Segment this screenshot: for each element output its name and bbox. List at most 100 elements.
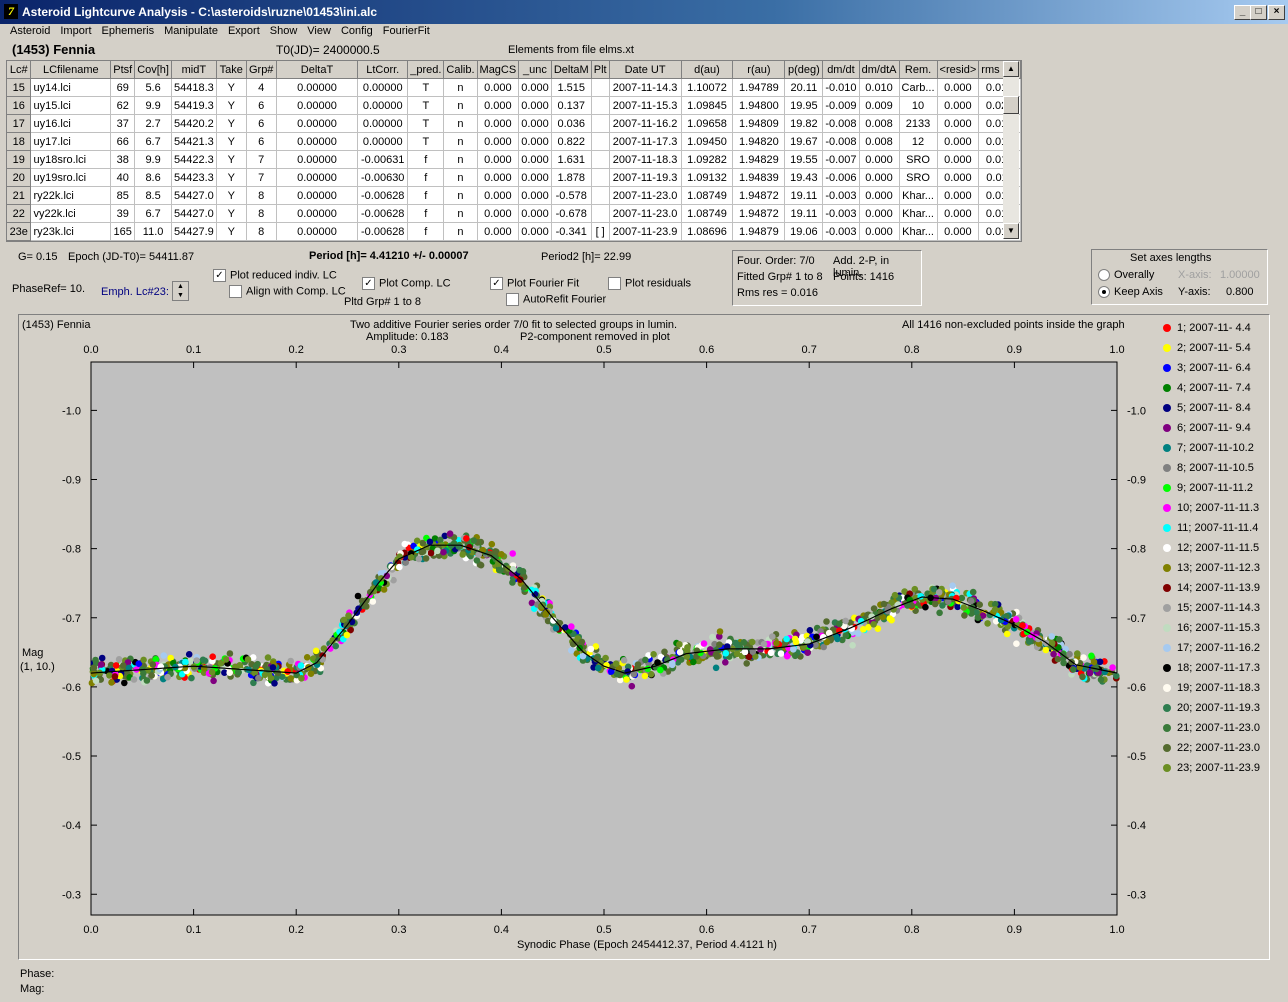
data-point (90, 670, 97, 678)
data-point (255, 674, 262, 682)
data-point (396, 563, 403, 571)
data-point (954, 603, 961, 611)
data-point (967, 597, 975, 605)
data-point (661, 648, 668, 656)
x-tick-label-bottom: 0.1 (186, 924, 201, 936)
data-point (860, 626, 867, 633)
data-point (287, 675, 295, 682)
data-point (369, 598, 377, 605)
data-point (790, 646, 797, 653)
y-tick-label-left: -0.5 (62, 751, 81, 763)
data-point (777, 650, 785, 657)
data-point (1090, 658, 1098, 666)
data-point (222, 656, 230, 663)
data-point (650, 651, 657, 658)
legend-item: 10; 2007-11-11.3 (1163, 502, 1259, 514)
legend-label: 3; 2007-11- 6.4 (1177, 362, 1251, 374)
data-point (1079, 673, 1086, 681)
plot-area[interactable] (90, 361, 1118, 916)
data-point (440, 548, 447, 556)
data-point (740, 639, 748, 646)
data-point (969, 588, 977, 596)
data-point (307, 670, 315, 677)
legend-item: 11; 2007-11-11.4 (1163, 522, 1258, 534)
legend-item: 14; 2007-11-13.9 (1163, 582, 1260, 594)
data-point (298, 675, 305, 682)
legend-marker (1163, 444, 1171, 453)
data-point (1050, 650, 1057, 658)
legend-item: 22; 2007-11-23.0 (1163, 742, 1260, 754)
data-point (345, 612, 352, 619)
legend-label: 19; 2007-11-18.3 (1177, 682, 1260, 694)
data-point (140, 656, 147, 664)
legend-label: 4; 2007-11- 7.4 (1177, 382, 1251, 394)
legend-item: 5; 2007-11- 8.4 (1163, 402, 1251, 414)
data-point (1013, 640, 1020, 647)
data-point (188, 674, 195, 682)
data-point (974, 614, 982, 621)
data-point (1096, 658, 1104, 666)
x-tick-label-top: 1.0 (1109, 344, 1124, 356)
data-point (200, 664, 208, 672)
data-point (312, 647, 320, 655)
data-point (319, 656, 326, 663)
data-point (274, 669, 282, 677)
data-point (1056, 636, 1063, 643)
data-point (182, 658, 189, 666)
legend-item: 4; 2007-11- 7.4 (1163, 382, 1251, 394)
y-tick-label-right: -0.5 (1127, 751, 1146, 763)
data-point (823, 618, 830, 625)
data-point (791, 635, 799, 643)
legend-label: 8; 2007-11-10.5 (1177, 462, 1254, 474)
x-tick-label-top: 0.4 (494, 344, 509, 356)
data-point (427, 549, 435, 557)
legend-label: 6; 2007-11- 9.4 (1177, 422, 1251, 434)
data-point (743, 660, 750, 667)
data-point (568, 623, 575, 630)
data-point (185, 651, 193, 658)
data-point (961, 612, 968, 619)
data-point (446, 530, 454, 537)
data-point (741, 648, 749, 656)
legend-label: 21; 2007-11-23.0 (1177, 722, 1260, 734)
data-point (143, 677, 151, 684)
data-point (612, 660, 620, 667)
legend-marker (1163, 704, 1171, 713)
data-point (960, 604, 968, 611)
data-point (415, 555, 423, 563)
data-point (106, 672, 113, 679)
y-tick-label-right: -0.4 (1127, 820, 1146, 832)
data-point (426, 538, 434, 546)
data-point (716, 628, 724, 635)
legend-marker (1163, 324, 1171, 333)
legend-item: 21; 2007-11-23.0 (1163, 722, 1260, 734)
data-point (886, 615, 894, 622)
y-tick-label-right: -0.6 (1127, 682, 1146, 694)
legend-label: 11; 2007-11-11.4 (1177, 522, 1259, 534)
x-tick-label-bottom: 0.7 (802, 924, 817, 936)
data-point (804, 649, 811, 656)
y-tick-label-right: -0.3 (1127, 889, 1146, 901)
lightcurve-plot[interactable]: 0.0 0.0 0.1 0.1 0.2 0.2 0.3 0.3 0.4 0.4 0.5 0.5 0.6 0… (0, 0, 1288, 1002)
legend-label: 15; 2007-11-14.3 (1177, 602, 1260, 614)
data-point (130, 676, 138, 683)
legend-marker (1163, 604, 1171, 613)
data-point (354, 592, 362, 600)
legend-marker (1163, 404, 1171, 413)
data-point (140, 670, 147, 677)
data-point (287, 657, 295, 665)
y-tick-label-right: -0.7 (1127, 613, 1146, 625)
data-point (121, 679, 128, 687)
data-point (700, 640, 708, 647)
data-point (594, 664, 602, 672)
legend-item: 6; 2007-11- 9.4 (1163, 422, 1251, 434)
data-point (119, 662, 127, 669)
data-point (343, 631, 351, 639)
x-tick-label-top: 0.6 (699, 344, 714, 356)
data-point (264, 654, 272, 661)
legend-label: 18; 2007-11-17.3 (1177, 662, 1260, 674)
data-point (849, 642, 856, 649)
data-point (834, 635, 841, 643)
legend-label: 22; 2007-11-23.0 (1177, 742, 1260, 754)
data-point (984, 620, 991, 627)
